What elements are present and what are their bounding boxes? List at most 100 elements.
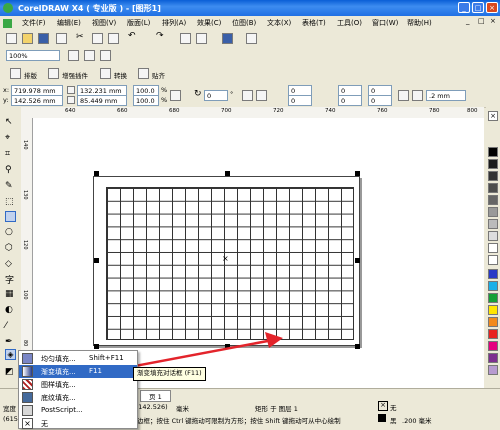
menu-item-texture-fill[interactable]: 底纹填充... — [19, 391, 137, 404]
menu-table[interactable]: 表格(T) — [302, 18, 326, 28]
zoom-level-select[interactable]: 100% — [6, 50, 60, 61]
open-icon[interactable] — [22, 33, 33, 44]
shape-tool-icon[interactable]: ⌖ — [5, 133, 16, 144]
mirror-v-icon[interactable] — [256, 90, 267, 101]
smart-fill-icon[interactable]: ⬚ — [5, 197, 16, 208]
close-button[interactable]: × — [486, 2, 498, 13]
swatch-gray[interactable] — [488, 219, 498, 229]
new-icon[interactable] — [6, 33, 17, 44]
pick-tool-icon[interactable]: ↖ — [5, 117, 16, 128]
save-icon[interactable] — [38, 33, 49, 44]
height-field[interactable]: 85.449 mm — [77, 95, 127, 106]
swatch-gray[interactable] — [488, 231, 498, 241]
swatch-black[interactable] — [488, 147, 498, 157]
maximize-button[interactable]: □ — [472, 2, 484, 13]
swatch-gray[interactable] — [488, 171, 498, 181]
minimize-button[interactable]: _ — [458, 2, 470, 13]
redo-icon[interactable]: ↷ — [156, 31, 167, 42]
menu-arrange[interactable]: 排列(A) — [162, 18, 186, 28]
swatch-yellow[interactable] — [488, 305, 498, 315]
selection-handle[interactable] — [355, 344, 360, 349]
menu-window[interactable]: 窗口(W) — [372, 18, 398, 28]
zoom-tool-icon[interactable]: ⚲ — [5, 165, 16, 176]
menu-effects[interactable]: 效果(C) — [197, 18, 221, 28]
swatch-magenta[interactable] — [488, 341, 498, 351]
rectangle-tool-icon[interactable] — [5, 211, 16, 222]
options-icon[interactable] — [100, 50, 111, 61]
basic-shapes-icon[interactable]: ◇ — [5, 259, 16, 270]
selection-handle[interactable] — [94, 258, 99, 263]
selection-handle[interactable] — [94, 171, 99, 176]
menu-item-uniform-fill[interactable]: 均匀填充... Shift+F11 — [19, 352, 137, 365]
swatch-orange[interactable] — [488, 317, 498, 327]
menu-tools[interactable]: 工具(O) — [337, 18, 362, 28]
outline-tool-icon[interactable]: ✒ — [5, 337, 16, 348]
swatch-none[interactable]: × — [488, 111, 498, 121]
swatch-gray[interactable] — [488, 159, 498, 169]
application-launcher-icon[interactable] — [222, 33, 233, 44]
snap-button[interactable]: 贴齐 — [152, 70, 165, 80]
menu-edit[interactable]: 编辑(E) — [57, 18, 81, 28]
swatch-green[interactable] — [488, 293, 498, 303]
cut-icon[interactable]: ✂ — [76, 32, 87, 43]
selection-handle[interactable] — [355, 258, 360, 263]
convert-button[interactable]: 转换 — [114, 70, 127, 80]
outline-width-select[interactable]: .2 mm — [426, 90, 466, 101]
menu-view[interactable]: 视图(V) — [92, 18, 116, 28]
eyedropper-tool-icon[interactable]: ⁄ — [5, 321, 16, 332]
selection-handle[interactable] — [225, 171, 230, 176]
snap-icon[interactable] — [84, 50, 95, 61]
menu-item-postscript-fill[interactable]: PostScript... — [19, 404, 137, 417]
menu-layout[interactable]: 版面(L) — [127, 18, 150, 28]
menu-item-pattern-fill[interactable]: 图样填充... — [19, 378, 137, 391]
drawing-canvas[interactable]: × — [33, 118, 484, 388]
copy-icon[interactable] — [92, 33, 103, 44]
swatch-red[interactable] — [488, 329, 498, 339]
corner-bl-field[interactable]: 0 — [338, 95, 362, 106]
doc-close-button[interactable]: × — [490, 17, 496, 25]
zoom-icon[interactable] — [68, 50, 79, 61]
menu-help[interactable]: 帮助(H) — [407, 18, 432, 28]
swatch-lavender[interactable] — [488, 365, 498, 375]
swatch-white[interactable] — [488, 243, 498, 253]
fill-tool-icon[interactable]: ◈ — [5, 349, 16, 360]
welcome-screen-icon[interactable] — [246, 33, 257, 44]
table-tool-icon[interactable]: ▦ — [5, 289, 16, 300]
crop-tool-icon[interactable]: ⌗ — [5, 149, 16, 160]
y-position-field[interactable]: 142.526 mm — [11, 95, 63, 106]
freehand-tool-icon[interactable]: ✎ — [5, 181, 16, 192]
corner-br-field[interactable]: 0 — [368, 95, 392, 106]
interactive-fill-icon[interactable]: ◩ — [5, 367, 16, 378]
swatch-purple[interactable] — [488, 353, 498, 363]
rotation-field[interactable]: 0 — [204, 90, 228, 101]
doc-minimize-button[interactable]: _ — [466, 17, 470, 25]
menu-file[interactable]: 文件(F) — [22, 18, 46, 28]
menu-item-gradient-fill[interactable]: 渐变填充... F11 — [19, 365, 137, 378]
wrap-text-icon[interactable] — [412, 90, 423, 101]
undo-icon[interactable]: ↶ — [128, 31, 139, 42]
rows-field[interactable]: 0 — [288, 95, 312, 106]
swatch-gray[interactable] — [488, 207, 498, 217]
polygon-tool-icon[interactable]: ⬡ — [5, 243, 16, 254]
swatch-gray[interactable] — [488, 195, 498, 205]
doc-maximize-button[interactable]: □ — [478, 17, 485, 25]
menu-text[interactable]: 文本(X) — [267, 18, 291, 28]
interactive-blend-icon[interactable]: ◐ — [5, 305, 16, 316]
menu-item-no-fill[interactable]: × 无 — [19, 417, 137, 430]
page-tab[interactable]: 页 1 — [140, 390, 171, 402]
swatch-blue[interactable] — [488, 269, 498, 279]
text-tool-icon[interactable]: 字 — [5, 273, 16, 286]
swatch-white[interactable] — [488, 255, 498, 265]
export-icon[interactable] — [196, 33, 207, 44]
import-icon[interactable] — [180, 33, 191, 44]
enhance-plugin-button[interactable]: 增强插件 — [62, 70, 88, 80]
mirror-h-icon[interactable] — [242, 90, 253, 101]
scale-height-field[interactable]: 100.0 — [133, 95, 159, 106]
layout-button[interactable]: 排版 — [24, 70, 37, 80]
swatch-cyan[interactable] — [488, 281, 498, 291]
round-corners-icon[interactable] — [398, 90, 409, 101]
menu-bitmaps[interactable]: 位图(B) — [232, 18, 256, 28]
selection-handle[interactable] — [355, 171, 360, 176]
swatch-gray[interactable] — [488, 183, 498, 193]
lock-ratio-icon[interactable] — [170, 90, 181, 101]
